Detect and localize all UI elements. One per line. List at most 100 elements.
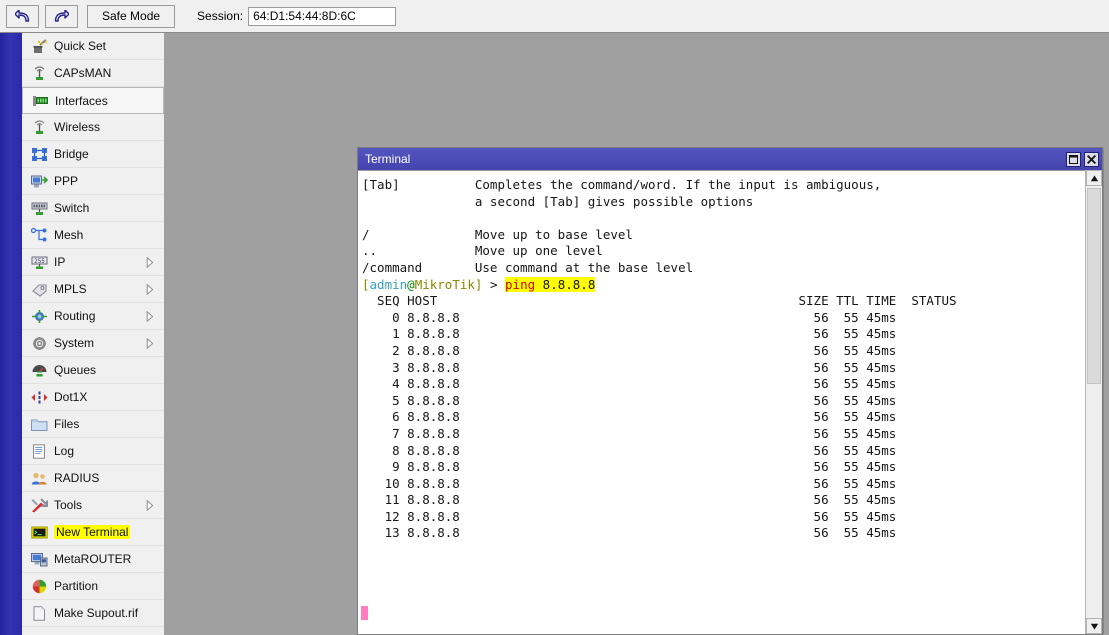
scrollbar-thumb[interactable]: [1087, 188, 1101, 384]
session-input[interactable]: 64:D1:54:44:8D:6C: [248, 7, 396, 26]
terminal-window[interactable]: Terminal [Tab] Complete: [357, 147, 1103, 635]
close-button[interactable]: [1084, 152, 1099, 167]
terminal-title-bar[interactable]: Terminal: [358, 148, 1102, 170]
sidebar-item-log[interactable]: Log: [22, 438, 164, 465]
sidebar-item-label: Make Supout.rif: [54, 606, 138, 620]
files-icon: [30, 415, 48, 433]
scroll-up-icon: [1090, 171, 1099, 185]
sidebar-item-bridge[interactable]: Bridge: [22, 141, 164, 168]
sidebar-item-label: Wireless: [54, 120, 100, 134]
sidebar-item-wireless[interactable]: Wireless: [22, 114, 164, 141]
dot1x-icon: [30, 388, 48, 406]
sidebar-item-system[interactable]: System: [22, 330, 164, 357]
brand-bar: RouterOS WinBox: [0, 33, 22, 635]
safe-mode-label: Safe Mode: [102, 9, 160, 23]
session-value: 64:D1:54:44:8D:6C: [253, 9, 356, 23]
redo-arrow-icon: [54, 10, 69, 23]
terminal-scrollbar[interactable]: [1085, 170, 1102, 634]
sidebar-item-tools[interactable]: Tools: [22, 492, 164, 519]
partition-icon: [30, 577, 48, 595]
new-terminal-icon: [30, 523, 48, 541]
sidebar-item-label: RADIUS: [54, 471, 99, 485]
sidebar-item-label: Queues: [54, 363, 96, 377]
terminal-output: [Tab] Completes the command/word. If the…: [362, 177, 1082, 634]
system-icon: [30, 334, 48, 352]
close-icon: [1087, 155, 1096, 164]
chevron-right-icon: [146, 284, 154, 295]
scroll-down-button[interactable]: [1086, 618, 1102, 634]
sidebar-item-label: Files: [54, 417, 79, 431]
sidebar-item-partition[interactable]: Partition: [22, 573, 164, 600]
tools-icon: [30, 496, 48, 514]
sidebar-item-mpls[interactable]: MPLS: [22, 276, 164, 303]
undo-button[interactable]: [6, 5, 39, 28]
ip-icon: 255: [30, 253, 48, 271]
chevron-right-icon: [146, 338, 154, 349]
radius-icon: [30, 469, 48, 487]
sidebar-item-queues[interactable]: Queues: [22, 357, 164, 384]
log-icon: [30, 442, 48, 460]
terminal-cursor: [361, 606, 368, 620]
sidebar-item-label: Mesh: [54, 228, 83, 242]
sidebar-item-label: Log: [54, 444, 74, 458]
ppp-icon: [30, 172, 48, 190]
sidebar-item-new-terminal[interactable]: New Terminal: [22, 519, 164, 546]
safe-mode-button[interactable]: Safe Mode: [87, 5, 175, 28]
redo-button[interactable]: [45, 5, 78, 28]
sidebar-item-label: MPLS: [54, 282, 87, 296]
sidebar-item-label: Switch: [54, 201, 89, 215]
sidebar-item-label: Tools: [54, 498, 82, 512]
sidebar-item-quick-set[interactable]: Quick Set: [22, 33, 164, 60]
top-toolbar: Safe Mode Session: 64:D1:54:44:8D:6C: [0, 0, 1109, 33]
sidebar-item-label: Routing: [54, 309, 95, 323]
sidebar-item-radius[interactable]: RADIUS: [22, 465, 164, 492]
supout-icon: [30, 604, 48, 622]
sidebar-item-metarouter[interactable]: MetaROUTER: [22, 546, 164, 573]
sidebar-item-switch[interactable]: Switch: [22, 195, 164, 222]
routing-icon: [30, 307, 48, 325]
sidebar-item-label: Partition: [54, 579, 98, 593]
maximize-button[interactable]: [1066, 152, 1081, 167]
chevron-right-icon: [146, 257, 154, 268]
sidebar-item-ppp[interactable]: PPP: [22, 168, 164, 195]
bridge-icon: [30, 145, 48, 163]
window-buttons: [1063, 152, 1099, 167]
sidebar-item-ip[interactable]: 255 IP: [22, 249, 164, 276]
scroll-down-icon: [1090, 619, 1099, 633]
wireless-icon: [30, 118, 48, 136]
interfaces-icon: [31, 92, 49, 110]
mesh-icon: [30, 226, 48, 244]
svg-text:255: 255: [34, 257, 45, 264]
sidebar-item-capsman[interactable]: CAPsMAN: [22, 60, 164, 87]
switch-icon: [30, 199, 48, 217]
terminal-title: Terminal: [365, 152, 410, 166]
sidebar-item-label: New Terminal: [54, 525, 130, 539]
sidebar-item-label: Dot1X: [54, 390, 87, 404]
terminal-body[interactable]: [Tab] Completes the command/word. If the…: [358, 170, 1102, 634]
capsman-icon: [30, 64, 48, 82]
queues-icon: [30, 361, 48, 379]
sidebar-item-label: Quick Set: [54, 39, 106, 53]
sidebar-item-dot1x[interactable]: Dot1X: [22, 384, 164, 411]
sidebar-item-label: CAPsMAN: [54, 66, 111, 80]
sidebar-item-interfaces[interactable]: Interfaces: [22, 87, 164, 114]
sidebar-item-make-supout-rif[interactable]: Make Supout.rif: [22, 600, 164, 627]
maximize-icon: [1069, 155, 1078, 164]
sidebar-item-routing[interactable]: Routing: [22, 303, 164, 330]
sidebar-item-files[interactable]: Files: [22, 411, 164, 438]
sidebar-item-label: System: [54, 336, 94, 350]
sidebar-item-label: PPP: [54, 174, 78, 188]
sidebar-item-label: IP: [54, 255, 65, 269]
sidebar-item-mesh[interactable]: Mesh: [22, 222, 164, 249]
session-field-group: Session: 64:D1:54:44:8D:6C: [197, 7, 396, 26]
sidebar-item-label: MetaROUTER: [54, 552, 131, 566]
scroll-up-button[interactable]: [1086, 170, 1102, 186]
chevron-right-icon: [146, 311, 154, 322]
metarouter-icon: [30, 550, 48, 568]
sidebar-item-label: Interfaces: [55, 94, 108, 108]
sidebar-menu: Quick Set CAPsMAN Interfaces Wireless Bridge…: [22, 33, 172, 635]
session-label: Session:: [197, 9, 243, 23]
sidebar-item-label: Bridge: [54, 147, 89, 161]
quick-set-icon: [30, 37, 48, 55]
chevron-right-icon: [146, 500, 154, 511]
